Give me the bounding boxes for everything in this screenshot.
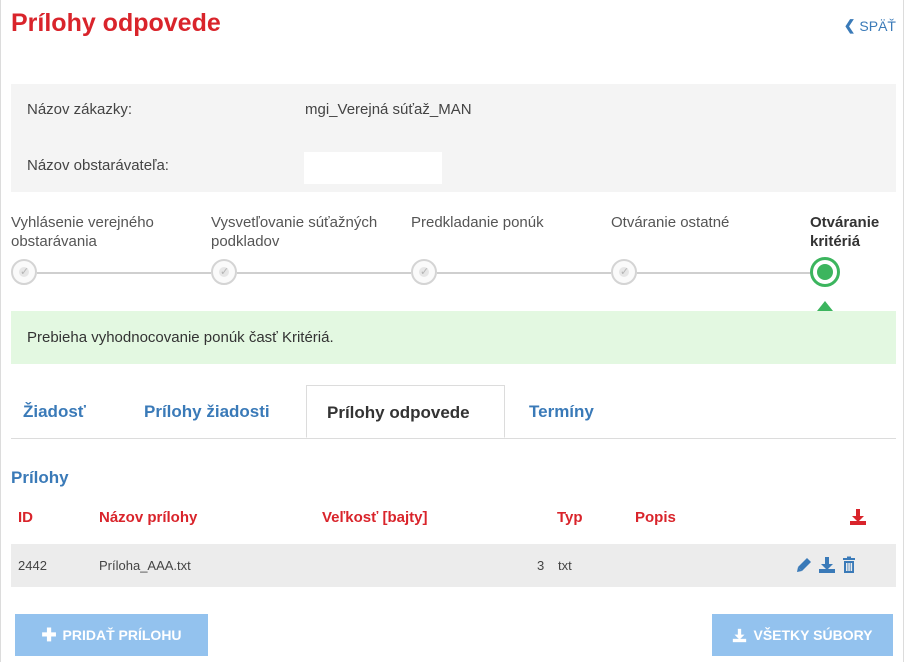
cell-size: 3 <box>537 558 545 573</box>
step-label-2-line2: podkladov <box>211 233 280 250</box>
step-label-1-line1: Vyhlásenie verejného <box>11 214 154 231</box>
pencil-icon[interactable] <box>795 556 813 574</box>
status-banner-text: Prebieha vyhodnocovanie ponúk časť Krité… <box>27 329 334 346</box>
step-label-2: Vysvetľovanie súťažných podkladov <box>211 213 377 251</box>
column-header-size: Veľkosť [bajty] <box>322 509 428 526</box>
buyer-row: Názov obstarávateľa: <box>11 137 896 192</box>
check-icon: ✓ <box>620 266 630 278</box>
step-connector <box>637 272 812 274</box>
step-label-4: Otváranie ostatné <box>611 213 729 232</box>
download-all-icon[interactable] <box>849 508 867 526</box>
section-title: Prílohy <box>11 468 69 487</box>
step-check-circle: ✓ <box>11 259 37 285</box>
step-connector <box>437 272 611 274</box>
contract-value: mgi_Verejná súťaž_MAN <box>305 101 472 118</box>
trash-icon[interactable] <box>840 556 858 574</box>
check-icon: ✓ <box>20 266 30 278</box>
step-label-2-line1: Vysvetľovanie súťažných <box>211 214 378 231</box>
step-connector <box>37 272 211 274</box>
tab-prilohy-ziadosti[interactable]: Prílohy žiadosti <box>144 385 270 438</box>
plus-icon: ✚ <box>41 624 57 645</box>
all-files-button[interactable]: VŠETKY SÚBORY <box>712 614 893 656</box>
step-check-circle: ✓ <box>611 259 637 285</box>
add-attachment-button[interactable]: ✚ PRIDAŤ PRÍLOHU <box>15 614 208 656</box>
tab-terminy[interactable]: Termíny <box>529 385 594 438</box>
step-label-1-line2: obstarávania <box>11 233 97 250</box>
step-label-5-line2: kritériá <box>810 233 861 250</box>
step-active-circle <box>810 257 840 287</box>
check-icon: ✓ <box>220 266 230 278</box>
column-header-type: Typ <box>557 509 583 526</box>
step-active-arrow <box>817 301 833 311</box>
cell-id: 2442 <box>18 558 47 573</box>
column-header-name: Názov prílohy <box>99 509 198 526</box>
all-files-label: VŠETKY SÚBORY <box>753 627 873 643</box>
step-connector <box>237 272 411 274</box>
add-attachment-label: PRIDAŤ PRÍLOHU <box>62 627 182 643</box>
page-title: Prílohy odpovede <box>11 9 221 37</box>
tab-ziadost[interactable]: Žiadosť <box>23 385 86 438</box>
contract-row: Názov zákazky: mgi_Verejná súťaž_MAN <box>11 84 896 137</box>
step-label-1: Vyhlásenie verejného obstarávania <box>11 213 154 251</box>
step-label-3: Predkladanie ponúk <box>411 213 544 232</box>
step-label-5-line1: Otváranie <box>810 214 880 231</box>
table-row: 2442 Príloha_AAA.txt 3 txt <box>11 544 896 587</box>
back-label: SPÄŤ <box>859 17 896 34</box>
step-check-circle: ✓ <box>411 259 437 285</box>
status-banner: Prebieha vyhodnocovanie ponúk časť Krité… <box>11 311 896 364</box>
step-label-4-line1: Otváranie ostatné <box>611 214 730 231</box>
progress-steps: Vyhlásenie verejného obstarávania Vysvet… <box>11 213 896 313</box>
check-icon: ✓ <box>420 266 430 278</box>
step-check-circle: ✓ <box>211 259 237 285</box>
download-icon[interactable] <box>818 556 836 574</box>
contract-label: Názov zákazky: <box>27 101 133 118</box>
download-icon <box>733 628 747 642</box>
tab-bar: Žiadosť Prílohy žiadosti Prílohy odpoved… <box>11 385 896 439</box>
back-link[interactable]: ❮ SPÄŤ <box>844 17 896 34</box>
buyer-label: Názov obstarávateľa: <box>27 157 169 174</box>
tab-prilohy-odpovede[interactable]: Prílohy odpovede <box>306 385 505 438</box>
column-header-description: Popis <box>635 509 676 526</box>
buyer-value-box <box>304 152 442 184</box>
step-label-5: Otváranie kritériá <box>810 213 879 251</box>
cell-name: Príloha_AAA.txt <box>99 558 191 573</box>
chevron-left-icon: ❮ <box>843 17 856 33</box>
step-label-3-line1: Predkladanie ponúk <box>411 214 544 231</box>
cell-type: txt <box>558 558 572 573</box>
column-header-id: ID <box>18 509 33 526</box>
